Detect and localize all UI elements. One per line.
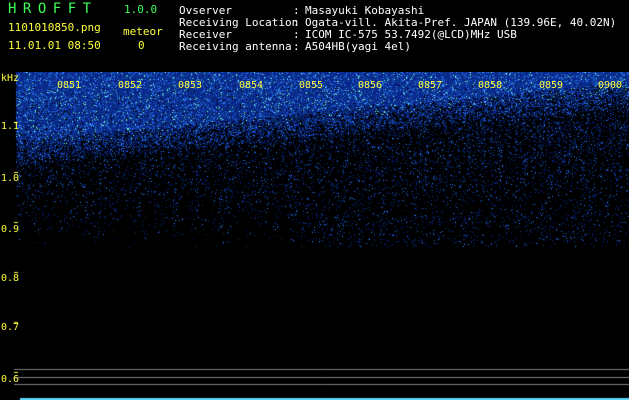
antenna-separator: : [293, 40, 300, 53]
freq-tick-label: 0.7 [1, 322, 20, 333]
time-tick-label: 0851 [57, 80, 82, 91]
time-tick-label: 0858 [478, 80, 503, 91]
time-tick-label: 0855 [299, 80, 324, 91]
time-tick-label: 0900 [598, 80, 623, 91]
freq-tick-label: 0.8 [1, 273, 20, 284]
time-tick-label: 0856 [358, 80, 383, 91]
freq-tick-label: 1.0 [1, 173, 20, 184]
freq-tick-label: 0.6 [1, 374, 20, 385]
meteor-label: meteor [123, 25, 163, 38]
freq-tick-label: 1.1 [1, 121, 20, 132]
time-tick-label: 0854 [239, 80, 264, 91]
freq-tick-label: 0.9 [1, 224, 20, 235]
app-version: 1.0.0 [124, 3, 158, 16]
time-tick-label: 0857 [418, 80, 443, 91]
antenna-value: A504HB(yagi 4el) [305, 40, 411, 53]
time-tick-label: 0852 [118, 80, 143, 91]
app-title: HROFFT [8, 1, 98, 17]
spectrogram-canvas[interactable] [0, 72, 629, 400]
antenna-label: Receiving antenna [179, 40, 292, 53]
time-tick-label: 0859 [539, 80, 564, 91]
freq-unit-label: kHz [1, 73, 20, 84]
capture-datetime: 11.01.01 08:50 [8, 39, 101, 52]
file-name: 1101010850.png [8, 21, 101, 34]
time-tick-label: 0853 [178, 80, 203, 91]
meteor-count: 0 [138, 39, 145, 52]
